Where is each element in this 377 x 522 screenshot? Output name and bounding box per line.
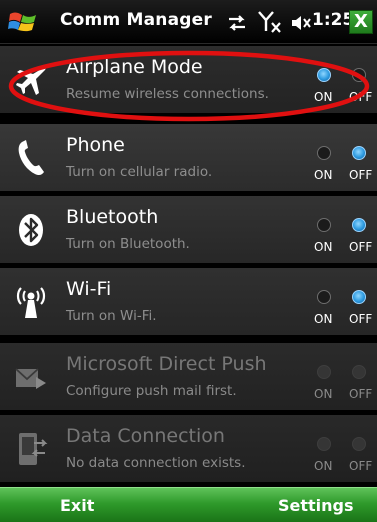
phone-icon bbox=[18, 140, 44, 176]
direct-push-icon bbox=[15, 368, 46, 389]
clock-time[interactable]: 1:25 bbox=[312, 10, 354, 30]
wifi-on-radio[interactable] bbox=[317, 290, 331, 304]
on-label: ON bbox=[314, 240, 333, 254]
direct-push-on-radio bbox=[317, 365, 331, 379]
volume-icon[interactable] bbox=[290, 14, 312, 32]
data-connection-on-radio bbox=[317, 437, 331, 451]
row-subtitle: Configure push mail first. bbox=[66, 383, 237, 399]
on-label: ON bbox=[314, 459, 333, 473]
row-title: Microsoft Direct Push bbox=[66, 353, 267, 375]
row-title: Phone bbox=[66, 134, 125, 156]
on-label: ON bbox=[314, 387, 333, 401]
wifi-icon bbox=[16, 287, 46, 318]
row-subtitle: Turn on cellular radio. bbox=[66, 164, 213, 180]
data-connection-off-radio bbox=[352, 437, 366, 451]
sync-arrows-icon bbox=[229, 15, 245, 31]
close-button[interactable]: X bbox=[349, 10, 373, 34]
on-label: ON bbox=[314, 168, 333, 182]
bluetooth-off-radio[interactable] bbox=[352, 218, 366, 232]
wifi-off-radio[interactable] bbox=[352, 290, 366, 304]
data-connection-icon bbox=[19, 433, 48, 465]
on-label: ON bbox=[314, 312, 333, 326]
wifi-row[interactable]: Wi-Fi Turn on Wi-Fi. ON OFF bbox=[0, 268, 377, 336]
app-title: Comm Manager bbox=[60, 10, 212, 30]
row-subtitle: No data connection exists. bbox=[66, 455, 246, 471]
off-label: OFF bbox=[349, 240, 373, 254]
bluetooth-row[interactable]: Bluetooth Turn on Bluetooth. ON OFF bbox=[0, 196, 377, 264]
phone-off-radio[interactable] bbox=[352, 146, 366, 160]
row-title: Wi-Fi bbox=[66, 278, 112, 300]
direct-push-row: Microsoft Direct Push Configure push mai… bbox=[0, 343, 377, 411]
settings-softkey[interactable]: Settings bbox=[278, 496, 354, 515]
phone-on-radio[interactable] bbox=[317, 146, 331, 160]
highlight-ellipse bbox=[8, 50, 370, 122]
off-label: OFF bbox=[349, 459, 373, 473]
title-bar: Comm Manager 1:25 X bbox=[0, 0, 377, 44]
no-signal-icon bbox=[258, 11, 281, 33]
bluetooth-icon bbox=[19, 214, 43, 246]
data-connection-row: Data Connection No data connection exist… bbox=[0, 415, 377, 483]
row-subtitle: Turn on Bluetooth. bbox=[66, 236, 190, 252]
phone-row[interactable]: Phone Turn on cellular radio. ON OFF bbox=[0, 124, 377, 192]
off-label: OFF bbox=[349, 387, 373, 401]
direct-push-off-radio bbox=[352, 365, 366, 379]
row-title: Data Connection bbox=[66, 425, 225, 447]
bluetooth-on-radio[interactable] bbox=[317, 218, 331, 232]
row-subtitle: Turn on Wi-Fi. bbox=[66, 308, 157, 324]
exit-softkey[interactable]: Exit bbox=[60, 496, 94, 515]
off-label: OFF bbox=[349, 168, 373, 182]
row-title: Bluetooth bbox=[66, 206, 159, 228]
softkey-bar: Exit Settings bbox=[0, 487, 377, 522]
windows-start-icon[interactable] bbox=[8, 8, 38, 36]
off-label: OFF bbox=[349, 312, 373, 326]
comm-manager-screen: Comm Manager 1:25 X Airplane Mode Resume… bbox=[0, 0, 377, 522]
